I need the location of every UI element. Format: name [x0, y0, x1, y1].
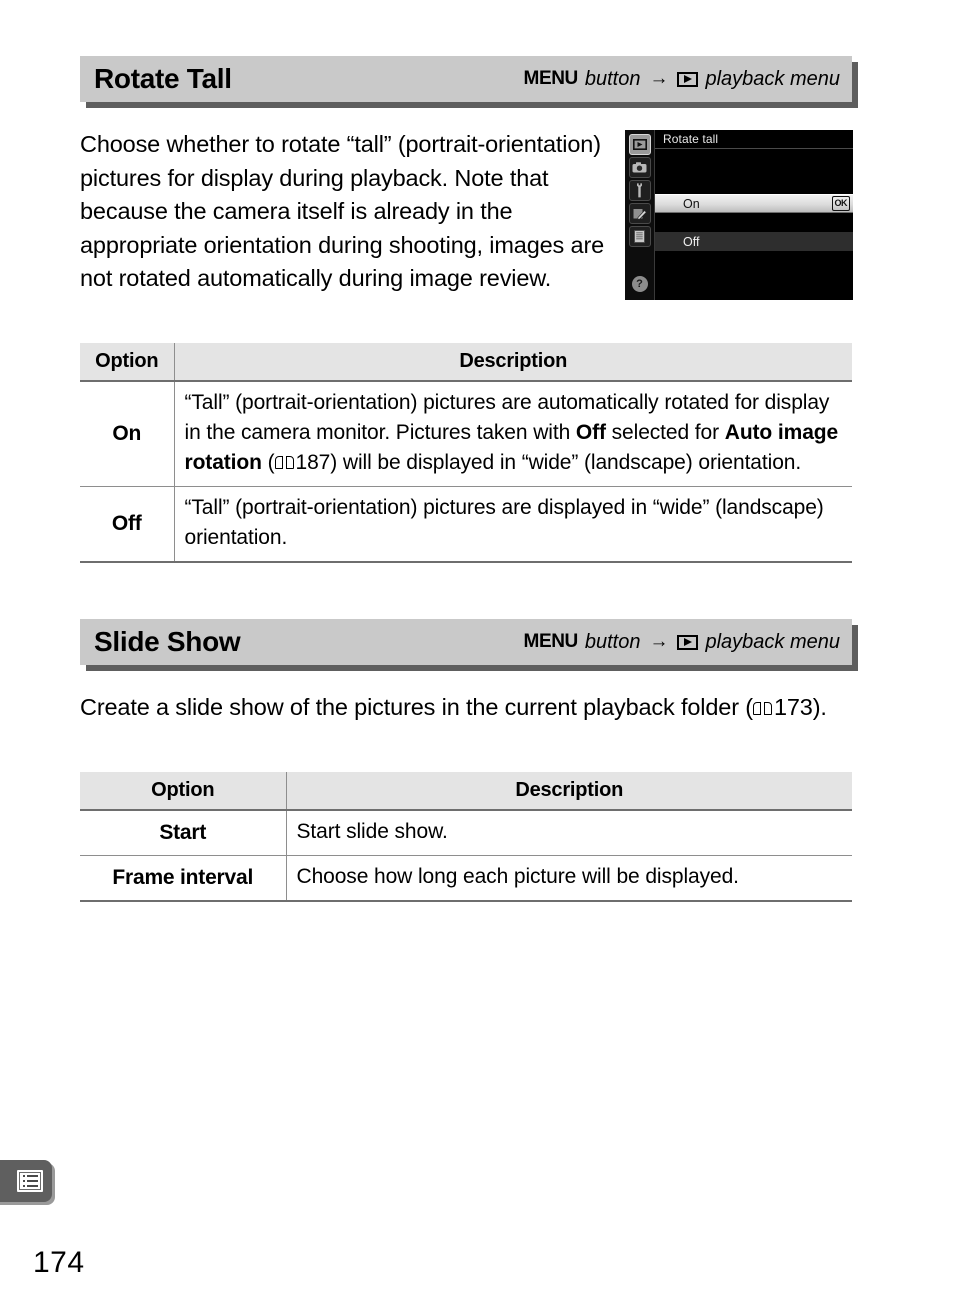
- table-row: Start Start slide show.: [80, 810, 852, 856]
- recent-settings-icon: [628, 226, 651, 247]
- desc-text-4: ) will be displayed in “wide” (landscape…: [330, 451, 802, 474]
- rotate-tall-description: Choose whether to rotate “tall” (portrai…: [80, 131, 605, 291]
- setup-menu-icon: [628, 180, 651, 201]
- table-header-row: Option Description: [80, 343, 852, 382]
- page-number: 174: [33, 1246, 85, 1279]
- option-cell-on: On: [80, 381, 175, 487]
- slide-show-desc-tail: ).: [812, 694, 827, 720]
- desc-text-2: selected for: [605, 421, 725, 444]
- option-cell-frame-interval: Frame interval: [80, 855, 287, 902]
- button-word-label: button: [584, 67, 641, 90]
- help-icon: ?: [631, 276, 648, 292]
- desc-text-3: (: [261, 451, 275, 474]
- camera-menu-sidebar: ?: [625, 130, 655, 300]
- option-cell-off: Off: [80, 486, 175, 563]
- page-title-rotate-tall: Rotate Tall: [94, 63, 232, 94]
- book-reference-icon: [274, 456, 294, 470]
- description-cell-start: Start slide show.: [286, 810, 852, 856]
- description-cell-frame-interval: Choose how long each picture will be dis…: [286, 855, 852, 902]
- table-row: Frame interval Choose how long each pict…: [80, 855, 852, 902]
- menu-button-label: MENU: [523, 68, 579, 89]
- camera-option-off[interactable]: Off: [655, 232, 853, 251]
- rotate-tall-options-table: Option Description On “Tall” (portrait-o…: [80, 343, 852, 563]
- desc-bold-off: Off: [575, 421, 606, 444]
- camera-option-off-label: Off: [683, 234, 700, 249]
- camera-menu-content: Rotate tall On OK Off: [655, 130, 853, 300]
- button-word-label: button: [584, 630, 641, 653]
- column-header-option: Option: [80, 772, 287, 811]
- camera-option-on-label: On: [683, 196, 700, 211]
- playback-menu-label: playback menu: [705, 67, 840, 90]
- table-row: On “Tall” (portrait-orientation) picture…: [80, 381, 852, 487]
- section-header-rotate-tall: Rotate Tall MENU button → playback menu: [80, 56, 852, 102]
- menu-path-rotate-tall: MENU button → playback menu: [524, 68, 840, 91]
- playback-menu-icon: [628, 134, 651, 155]
- menu-button-label: MENU: [523, 631, 579, 652]
- description-cell-on: “Tall” (portrait-orientation) pictures a…: [174, 381, 852, 487]
- camera-menu-title: Rotate tall: [655, 130, 853, 149]
- playback-icon: [677, 71, 699, 87]
- slide-show-desc-lead: Create a slide show of the pictures in t…: [80, 694, 753, 720]
- section-header-slide-show: Slide Show MENU button → playback menu: [80, 619, 852, 665]
- camera-menu-screenshot: ? Rotate tall On OK Off: [625, 130, 853, 300]
- slide-show-page-reference: 173: [773, 694, 813, 720]
- playback-icon: [677, 634, 699, 650]
- shooting-menu-icon: [628, 157, 651, 178]
- column-header-option: Option: [80, 343, 175, 382]
- chapter-tab-menu-guide: [0, 1160, 52, 1202]
- description-cell-off: “Tall” (portrait-orientation) pictures a…: [174, 486, 852, 563]
- table-header-row: Option Description: [80, 772, 852, 811]
- book-reference-icon: [752, 702, 772, 716]
- retouch-menu-icon: [628, 203, 651, 224]
- menu-list-icon: [17, 1170, 43, 1192]
- table-row: Off “Tall” (portrait-orientation) pictur…: [80, 486, 852, 563]
- slide-show-options-table: Option Description Start Start slide sho…: [80, 772, 852, 902]
- desc-page-reference: 187: [295, 451, 331, 474]
- menu-path-slide-show: MENU button → playback menu: [524, 631, 840, 654]
- arrow-right-icon: →: [649, 631, 669, 652]
- ok-badge: OK: [831, 196, 850, 211]
- playback-menu-label: playback menu: [705, 630, 840, 653]
- page-title-slide-show: Slide Show: [94, 626, 241, 657]
- arrow-right-icon: →: [649, 68, 669, 89]
- slide-show-description: Create a slide show of the pictures in t…: [80, 691, 852, 725]
- column-header-description: Description: [286, 772, 852, 811]
- column-header-description: Description: [174, 343, 852, 382]
- camera-option-on[interactable]: On OK: [655, 194, 853, 213]
- option-cell-start: Start: [80, 810, 287, 856]
